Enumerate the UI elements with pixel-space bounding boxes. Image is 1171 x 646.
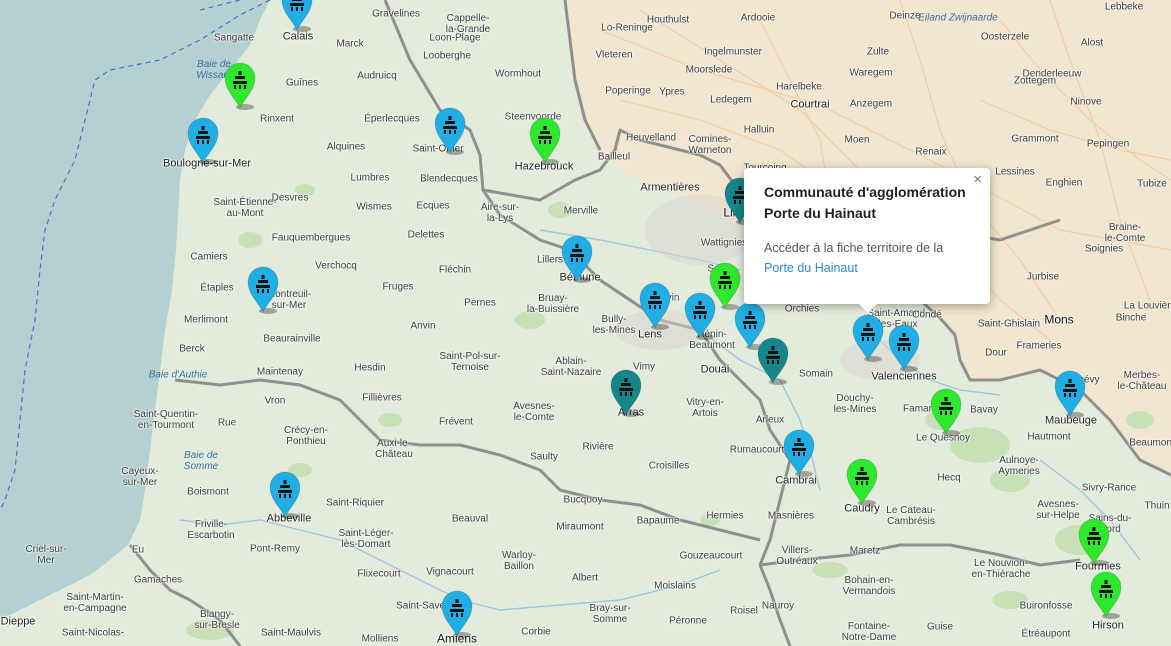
popup-body: Accéder à la fiche territoire de la Port… — [764, 238, 979, 278]
map-pin-icon — [684, 292, 716, 340]
popup-title: Communauté d'agglomération Porte du Hain… — [764, 184, 966, 221]
territory-marker[interactable] — [223, 60, 257, 110]
territory-marker[interactable] — [1077, 516, 1111, 566]
map-pin-icon — [639, 282, 671, 330]
territory-marker[interactable] — [528, 115, 562, 165]
map-pin-icon — [1054, 370, 1086, 418]
map-pin-icon — [888, 324, 920, 372]
map-base-layer — [0, 0, 1171, 646]
territory-marker[interactable] — [845, 456, 879, 506]
territory-marker[interactable] — [638, 280, 672, 330]
territory-popup: × Communauté d'agglomération Porte du Ha… — [744, 168, 990, 313]
territory-marker[interactable] — [609, 367, 643, 417]
territory-marker[interactable] — [440, 588, 474, 638]
map-pin-icon — [1078, 518, 1110, 566]
map-pin-icon — [187, 117, 219, 165]
map-pin-icon — [561, 235, 593, 283]
map-pin-icon — [529, 117, 561, 165]
popup-tip — [859, 304, 877, 313]
map-pin-icon — [434, 107, 466, 155]
popup-access-text: Accéder à la fiche territoire de la — [764, 241, 944, 255]
territory-marker[interactable] — [560, 233, 594, 283]
map-pin-icon — [783, 429, 815, 477]
territory-link[interactable]: Porte du Hainaut — [764, 258, 979, 278]
territory-marker[interactable] — [929, 386, 963, 436]
territory-marker[interactable] — [246, 264, 280, 314]
territory-marker[interactable] — [1053, 368, 1087, 418]
map-pin-icon — [610, 369, 642, 417]
territory-marker[interactable] — [268, 469, 302, 519]
map-view[interactable]: Calais Gravelines Cappelle-la-Grande Sangat… — [0, 0, 1171, 646]
map-pin-icon — [1090, 571, 1122, 619]
close-icon[interactable]: × — [973, 172, 982, 188]
territory-marker[interactable] — [851, 312, 885, 362]
territory-marker[interactable] — [433, 105, 467, 155]
map-pin-icon — [281, 0, 313, 32]
territory-marker[interactable] — [782, 427, 816, 477]
territory-marker[interactable] — [756, 335, 790, 385]
territory-marker[interactable] — [186, 115, 220, 165]
territory-marker[interactable] — [280, 0, 314, 32]
map-pin-icon — [930, 388, 962, 436]
territory-marker[interactable] — [887, 322, 921, 372]
map-pin-icon — [757, 337, 789, 385]
map-pin-icon — [269, 471, 301, 519]
map-pin-icon — [224, 62, 256, 110]
map-pin-icon — [247, 266, 279, 314]
map-pin-icon — [441, 590, 473, 638]
map-pin-icon — [852, 314, 884, 362]
map-pin-icon — [846, 458, 878, 506]
territory-marker[interactable] — [1089, 569, 1123, 619]
territory-marker[interactable] — [683, 290, 717, 340]
